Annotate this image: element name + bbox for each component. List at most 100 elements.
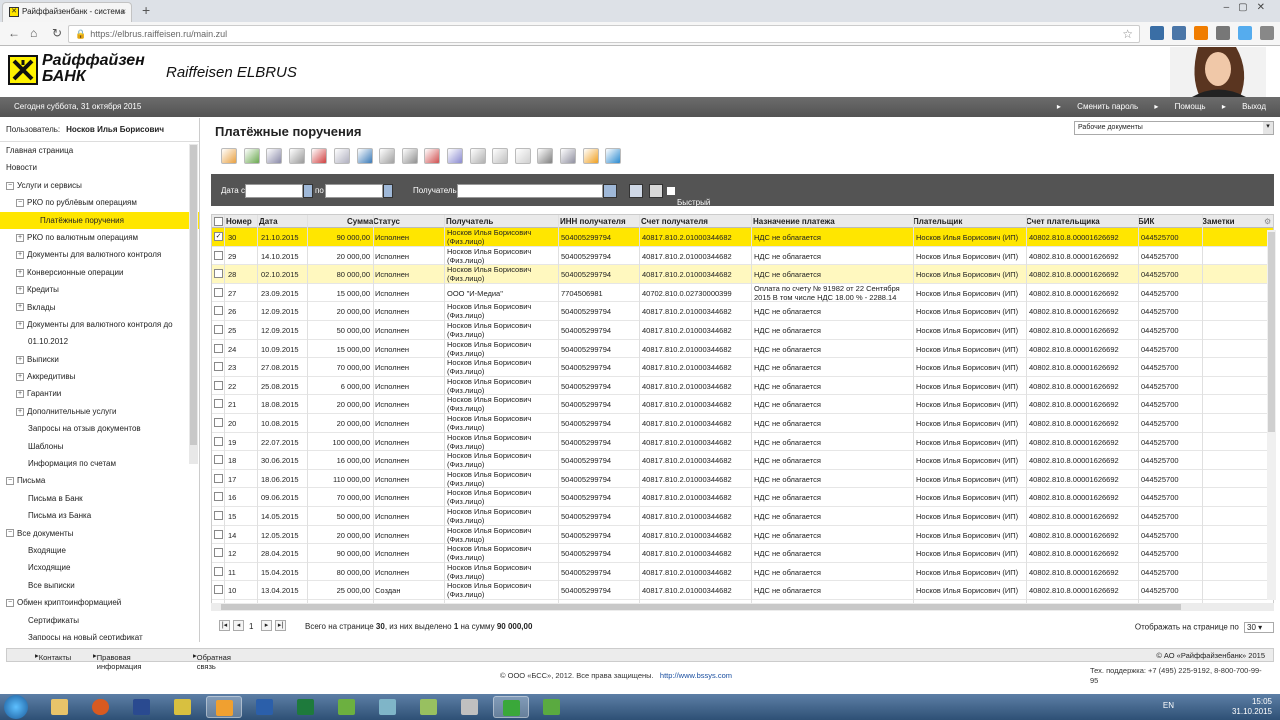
url-input[interactable]: 🔒 https://elbrus.raiffeisen.ru/main.zul ☆ bbox=[68, 25, 1140, 43]
menu-item[interactable]: − РКО по рублёвым операциям bbox=[0, 194, 199, 211]
table-row[interactable]: 18 30.06.2015 16 000,00 Исполнен Носков Илья… bbox=[212, 451, 1273, 470]
table-row[interactable]: 16 09.06.2015 70 000,00 Исполнен Носков Илья… bbox=[212, 488, 1273, 507]
app-paint-taskbar-icon[interactable] bbox=[452, 696, 488, 718]
last-page-icon[interactable]: ▸| bbox=[275, 620, 286, 631]
window-controls[interactable]: –▢✕ bbox=[1224, 2, 1274, 13]
menu-item[interactable]: Письма в Банк bbox=[0, 490, 199, 507]
close-tab-icon[interactable]: × bbox=[121, 7, 126, 16]
copy-icon[interactable] bbox=[266, 148, 283, 164]
row-checkbox[interactable] bbox=[214, 529, 223, 539]
table-row[interactable]: ✓ 30 21.10.2015 90 000,00 Исполнен Носков Иль… bbox=[212, 228, 1273, 247]
back-arrow-icon[interactable]: ← bbox=[8, 26, 20, 40]
column-header[interactable]: Назначение платежа bbox=[753, 217, 835, 226]
menu-item[interactable]: Новости bbox=[0, 159, 199, 176]
date-to-input[interactable] bbox=[325, 184, 383, 198]
table-row[interactable]: 29 14.10.2015 20 000,00 Исполнен Носков Илья… bbox=[212, 247, 1273, 266]
table-vertical-scrollbar[interactable] bbox=[1267, 230, 1276, 600]
row-checkbox[interactable] bbox=[214, 510, 223, 520]
column-header[interactable]: Заметки bbox=[1202, 217, 1235, 226]
excel-taskbar-icon[interactable] bbox=[288, 696, 324, 718]
row-checkbox[interactable]: ✓ bbox=[214, 232, 223, 241]
menu-item[interactable]: Запросы на отзыв документов bbox=[0, 420, 199, 437]
row-checkbox[interactable] bbox=[214, 566, 223, 576]
clear-filter-icon[interactable] bbox=[649, 184, 663, 198]
menu-item[interactable]: + Документы для валютного контроля bbox=[0, 246, 199, 263]
calendar-icon[interactable] bbox=[303, 184, 313, 198]
menu-item[interactable]: Входящие bbox=[0, 542, 199, 559]
extension-icon[interactable] bbox=[1150, 26, 1164, 40]
menu-item[interactable]: − Все документы bbox=[0, 525, 199, 542]
row-checkbox[interactable] bbox=[214, 324, 223, 334]
media-taskbar-icon[interactable] bbox=[83, 696, 119, 718]
export-icon[interactable] bbox=[559, 148, 576, 164]
menu-item[interactable]: Главная страница bbox=[0, 142, 199, 159]
menu-item[interactable]: − Письма bbox=[0, 472, 199, 489]
browser-tab[interactable]: ✕ Райффайзенбанк - система × bbox=[2, 2, 132, 22]
language-indicator[interactable]: EN bbox=[1163, 701, 1174, 711]
word-taskbar-icon[interactable] bbox=[247, 696, 283, 718]
expand-icon[interactable]: + bbox=[16, 286, 24, 295]
save-taskbar-icon[interactable] bbox=[124, 696, 160, 718]
quick-view-checkbox[interactable] bbox=[667, 186, 675, 195]
table-row[interactable]: 22 25.08.2015 6 000,00 Исполнен Носков Илья … bbox=[212, 377, 1273, 396]
collapse-icon[interactable]: − bbox=[6, 599, 14, 608]
change-password-link[interactable]: ▸ Сменить пароль bbox=[1057, 102, 1138, 111]
column-header[interactable]: Счет плательщика bbox=[1026, 217, 1100, 226]
clock-date[interactable]: 31.10.2015 bbox=[1232, 707, 1272, 717]
menu-item[interactable]: 01.10.2012 bbox=[0, 333, 199, 350]
row-checkbox[interactable] bbox=[214, 399, 223, 409]
menu-item[interactable]: − Услуги и сервисы bbox=[0, 177, 199, 194]
column-header[interactable]: Номер bbox=[226, 217, 252, 226]
ok-icon[interactable] bbox=[1194, 26, 1208, 40]
table-row[interactable]: 17 18.06.2015 110 000,00 Исполнен Носков Иль… bbox=[212, 470, 1273, 489]
expand-icon[interactable]: + bbox=[16, 320, 24, 329]
calendar-icon[interactable] bbox=[383, 184, 393, 198]
reload-icon[interactable]: ↻ bbox=[52, 26, 62, 40]
expand-icon[interactable]: + bbox=[16, 233, 24, 242]
attach-icon[interactable] bbox=[514, 148, 531, 164]
new-tab-button[interactable]: + bbox=[142, 2, 150, 18]
collapse-icon[interactable]: − bbox=[16, 199, 24, 208]
collapse-icon[interactable]: − bbox=[6, 529, 14, 538]
app-tool-taskbar-icon[interactable] bbox=[370, 696, 406, 718]
menu-item[interactable]: Исходящие bbox=[0, 559, 199, 576]
menu-item[interactable]: Все выписки bbox=[0, 577, 199, 594]
table-horizontal-scrollbar[interactable] bbox=[211, 603, 1274, 611]
menu-item[interactable]: + Кредиты bbox=[0, 281, 199, 298]
table-row[interactable]: 21 18.08.2015 20 000,00 Исполнен Носков Илья… bbox=[212, 395, 1273, 414]
menu-item[interactable]: Сертификаты bbox=[0, 612, 199, 629]
row-checkbox[interactable] bbox=[214, 436, 223, 446]
start-button[interactable] bbox=[4, 695, 28, 719]
row-checkbox[interactable] bbox=[214, 492, 223, 502]
row-checkbox[interactable] bbox=[214, 343, 223, 353]
documents-dropdown[interactable]: Рабочие документы ▾ bbox=[1074, 121, 1274, 135]
row-checkbox[interactable] bbox=[214, 250, 223, 260]
menu-item[interactable]: + Конверсионные операции bbox=[0, 264, 199, 281]
table-row[interactable]: 23 27.08.2015 70 000,00 Исполнен Носков Илья… bbox=[212, 358, 1273, 377]
table-row[interactable]: 10 13.04.2015 25 000,00 Создан Носков Илья Б… bbox=[212, 581, 1273, 600]
new-document-icon[interactable] bbox=[221, 148, 237, 164]
home-icon[interactable]: ⌂ bbox=[30, 26, 37, 40]
column-header[interactable]: Плательщик bbox=[913, 217, 962, 226]
recipient-input[interactable] bbox=[457, 184, 603, 198]
twitter-icon[interactable] bbox=[1238, 26, 1252, 40]
document-icon[interactable] bbox=[379, 148, 396, 164]
reject-icon[interactable] bbox=[424, 148, 441, 164]
table-row[interactable]: 12 28.04.2015 90 000,00 Исполнен Носков Илья… bbox=[212, 544, 1273, 563]
row-checkbox[interactable] bbox=[214, 287, 223, 297]
menu-item[interactable]: + Документы для валютного контроля до bbox=[0, 316, 199, 333]
column-header[interactable]: БИК bbox=[1138, 217, 1154, 226]
row-checkbox[interactable] bbox=[214, 585, 223, 595]
expand-icon[interactable]: + bbox=[16, 303, 24, 312]
row-checkbox[interactable] bbox=[214, 473, 223, 483]
print-icon[interactable] bbox=[537, 148, 554, 164]
bookmark-star-icon[interactable]: ☆ bbox=[1122, 27, 1133, 41]
expand-icon[interactable]: + bbox=[16, 355, 24, 364]
prev-page-icon[interactable]: ◂ bbox=[233, 620, 244, 631]
select-all-checkbox[interactable] bbox=[214, 217, 223, 226]
expand-icon[interactable]: + bbox=[16, 407, 24, 416]
expand-icon[interactable]: + bbox=[16, 372, 24, 381]
quick-view-toggle[interactable]: Быстрый просмотр bbox=[667, 186, 712, 216]
column-header[interactable]: Дата bbox=[259, 217, 278, 226]
table-row[interactable]: 20 10.08.2015 20 000,00 Исполнен Носков Илья… bbox=[212, 414, 1273, 433]
